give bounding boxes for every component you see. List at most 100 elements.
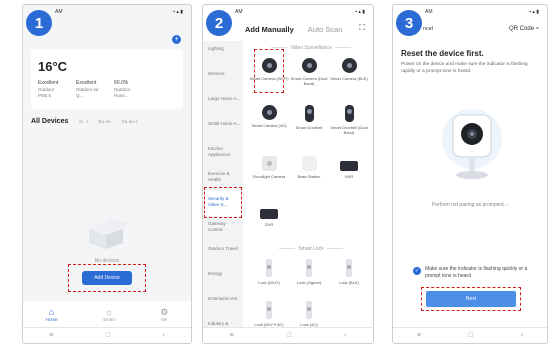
category-item[interactable]: Large Home A... (203, 91, 243, 116)
add-device-highlight: Add Device (68, 264, 146, 292)
home-nav-icon[interactable]: □ (469, 332, 473, 339)
device-smart-doorbell[interactable]: Smart Doorbell (289, 105, 329, 130)
scan-icon[interactable]: ⛶ (359, 23, 365, 33)
doorbell-icon (344, 105, 354, 122)
bottom-tab-bar: ⌂ Home ☼ Smart ⚙ Me (23, 301, 191, 327)
temperature: 16°C (38, 59, 68, 74)
device-base-station[interactable]: Base Station (289, 156, 329, 179)
menu-icon[interactable]: ≡ (49, 332, 53, 339)
qr-code-button[interactable]: QR Code ≈ (509, 26, 539, 32)
lock-icon (266, 301, 272, 319)
device-smart-doorbell-dual-band[interactable]: Smart Doorbell (Dual Band) (329, 105, 369, 135)
tab-me[interactable]: ⚙ Me (160, 307, 168, 322)
category-item[interactable]: Entertainm ent (203, 291, 243, 316)
status-time: AM (425, 9, 433, 15)
device-smart-camera-4g[interactable]: Smart Camera (4G) (249, 105, 289, 128)
category-item[interactable]: Small Home A... (203, 116, 243, 141)
home-nav-icon[interactable]: □ (106, 332, 110, 339)
metric-air-quality: Excellent Outdoor Air Q... (76, 80, 99, 99)
add-device-button[interactable]: Add Device (82, 271, 132, 285)
dvr-icon (260, 209, 278, 219)
device-dvr[interactable]: DVR (249, 204, 289, 227)
home-icon: ⌂ (48, 306, 55, 317)
device-lock-ble[interactable]: Lock (BLE) (329, 259, 369, 285)
empty-box-illustration (83, 218, 129, 249)
metric-humidity: 60.0% Outdoor Humi... (114, 80, 131, 99)
section-smart-lock: Smart Lock (253, 246, 369, 252)
menu-icon[interactable]: ≡ (230, 332, 234, 339)
system-nav-bar: ≡ □ ‹ (23, 327, 191, 343)
device-lock-wifi[interactable]: Lock (Wi-Fi) (249, 259, 289, 285)
device-floodlight-camera[interactable]: Floodlight Camera (249, 156, 289, 179)
category-item[interactable]: Outdoor Travel (203, 241, 243, 266)
step-number-3: 3 (396, 10, 422, 36)
category-item[interactable]: Kitchen Appliances (203, 141, 243, 166)
system-nav-bar: ≡ □ ‹ (203, 327, 373, 343)
lock-icon (266, 259, 272, 277)
next-button[interactable]: Next (426, 291, 516, 307)
cancel-button[interactable]: ncel (423, 26, 433, 32)
reset-title: Reset the device first. (401, 49, 484, 58)
confirm-text: Make sure the indicator is flashing quic… (425, 266, 528, 279)
status-icons: ▪ ▴ ▮ (355, 9, 365, 15)
system-nav-bar: ≡ □ ‹ (393, 327, 547, 343)
doorbell-icon (304, 105, 314, 122)
device-lock-4g[interactable]: Lock (4G) (289, 301, 329, 327)
settings-icon: ⚙ (160, 306, 169, 317)
category-item[interactable]: Lighting (203, 41, 243, 66)
category-item[interactable]: Sensors (203, 66, 243, 91)
tab-auto-scan[interactable]: Auto Scan (308, 25, 343, 34)
floodlight-icon (261, 156, 277, 171)
next-button-highlight: Next (421, 287, 521, 311)
nvr-icon (340, 161, 358, 171)
room-tabs: All Devices Ar·· t Ba·an· Ka·an·s (23, 109, 191, 125)
device-lock-zigbee[interactable]: Lock (Zigbee) (289, 259, 329, 285)
tab-room-1[interactable]: Ar·· t (78, 119, 88, 124)
confirm-checkbox-row[interactable]: ✓ Make sure the indicator is flashing qu… (413, 266, 541, 280)
lock-icon (306, 301, 312, 319)
tab-room-3[interactable]: Ka·an·s (122, 119, 138, 124)
home-nav-icon[interactable]: □ (287, 332, 291, 339)
device-smart-camera-ble[interactable]: Smart Camera (BLE) (329, 58, 369, 81)
device-smart-camera-dual-band[interactable]: Smart Camera (Dual Band) (289, 58, 329, 86)
category-item[interactable]: Gateway Control (203, 216, 243, 241)
category-item[interactable]: Energy (203, 266, 243, 291)
weather-card[interactable]: 16°C Excellent Outdoor PM2.5 Excellent Out… (31, 49, 183, 109)
device-nvr[interactable]: NVR (329, 156, 369, 179)
camera-icon (341, 58, 357, 73)
lock-icon (306, 259, 312, 277)
reset-description: Power on the device and make sure the in… (401, 62, 528, 74)
camera-icon (301, 58, 317, 73)
menu-icon[interactable]: ≡ (417, 332, 421, 339)
checkmark-icon[interactable]: ✓ (413, 267, 421, 275)
back-icon[interactable]: ‹ (162, 332, 164, 339)
phone-add-device-screen: 2 AM ▪ ▴ ▮ Add Manually Auto Scan ⛶ Ligh… (202, 4, 374, 344)
tab-home[interactable]: ⌂ Home (46, 307, 58, 322)
metric-pm25: Excellent Outdoor PM2.5 (38, 80, 59, 99)
base-station-icon (301, 156, 317, 171)
tab-all-devices[interactable]: All Devices (31, 118, 68, 125)
device-lock-wifi-4g[interactable]: Lock (Wi-Fi+4G) (249, 301, 289, 327)
tab-room-2[interactable]: Ba·an· (98, 119, 112, 124)
back-icon[interactable]: ‹ (344, 332, 346, 339)
tab-smart[interactable]: ☼ Smart (103, 307, 115, 322)
step-number-2: 2 (206, 10, 232, 36)
smart-camera-highlight (254, 49, 284, 93)
security-category-highlight (204, 187, 242, 218)
camera-illustration (442, 109, 502, 179)
status-icons: ▪ ▴ ▮ (173, 9, 183, 15)
status-time: AM (235, 9, 243, 15)
sun-icon: ☼ (104, 306, 114, 317)
step-number-1: 1 (26, 10, 52, 36)
phone-home-screen: 1 AM ▪ ▴ ▮ + 16°C Excellent Outdoor PM2.5… (22, 4, 192, 344)
weather-metrics: Excellent Outdoor PM2.5 Excellent Outdoor … (38, 80, 176, 100)
category-list: Lighting Sensors Large Home A... Small H… (203, 41, 243, 332)
pairing-guide-link[interactable]: Perform net pairing as prompted. › (393, 202, 547, 208)
status-time: AM (55, 9, 63, 15)
add-plus-button[interactable]: + (172, 35, 181, 44)
camera-icon (261, 105, 277, 120)
tab-add-manually[interactable]: Add Manually (245, 25, 294, 34)
phone-reset-device-screen: 3 AM ▪ ▴ ▮ ncel QR Code ≈ Reset the devi… (392, 4, 548, 344)
status-icons: ▪ ▴ ▮ (529, 9, 539, 15)
back-icon[interactable]: ‹ (521, 332, 523, 339)
